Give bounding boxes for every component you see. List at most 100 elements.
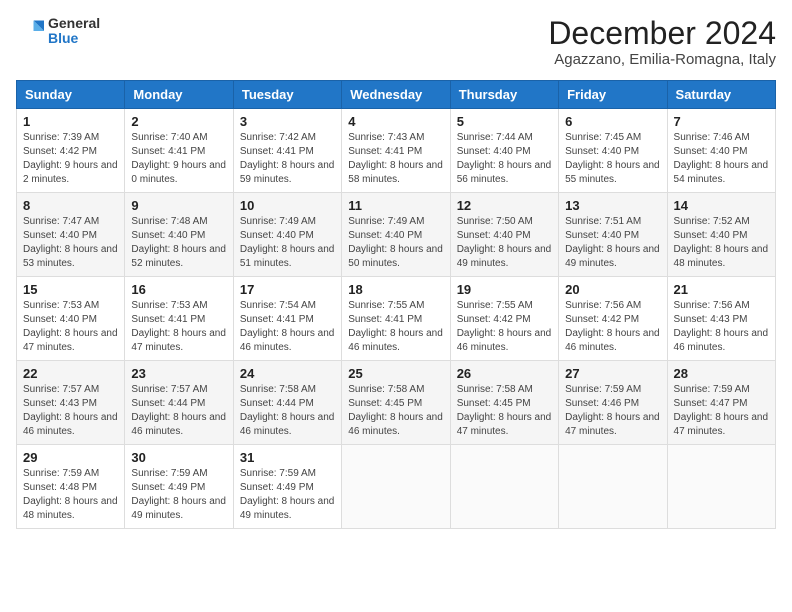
day-number: 27 <box>565 366 660 381</box>
day-number: 29 <box>23 450 118 465</box>
calendar-cell: 26 Sunrise: 7:58 AMSunset: 4:45 PMDaylig… <box>450 361 558 445</box>
day-number: 8 <box>23 198 118 213</box>
calendar-cell: 1 Sunrise: 7:39 AMSunset: 4:42 PMDayligh… <box>17 109 125 193</box>
day-number: 6 <box>565 114 660 129</box>
calendar-cell: 19 Sunrise: 7:55 AMSunset: 4:42 PMDaylig… <box>450 277 558 361</box>
calendar-cell: 3 Sunrise: 7:42 AMSunset: 4:41 PMDayligh… <box>233 109 341 193</box>
calendar-cell: 9 Sunrise: 7:48 AMSunset: 4:40 PMDayligh… <box>125 193 233 277</box>
cell-info: Sunrise: 7:44 AMSunset: 4:40 PMDaylight:… <box>457 132 552 185</box>
calendar-cell: 6 Sunrise: 7:45 AMSunset: 4:40 PMDayligh… <box>559 109 667 193</box>
day-number: 14 <box>674 198 769 213</box>
day-number: 25 <box>348 366 443 381</box>
calendar-cell: 18 Sunrise: 7:55 AMSunset: 4:41 PMDaylig… <box>342 277 450 361</box>
day-header-monday: Monday <box>125 81 233 109</box>
logo: General Blue <box>16 16 100 47</box>
cell-info: Sunrise: 7:47 AMSunset: 4:40 PMDaylight:… <box>23 216 118 269</box>
calendar-cell <box>342 445 450 529</box>
calendar-cell <box>667 445 775 529</box>
day-number: 20 <box>565 282 660 297</box>
calendar-week-3: 15 Sunrise: 7:53 AMSunset: 4:40 PMDaylig… <box>17 277 776 361</box>
cell-info: Sunrise: 7:46 AMSunset: 4:40 PMDaylight:… <box>674 132 769 185</box>
cell-info: Sunrise: 7:54 AMSunset: 4:41 PMDaylight:… <box>240 300 335 353</box>
day-number: 19 <box>457 282 552 297</box>
day-number: 7 <box>674 114 769 129</box>
cell-info: Sunrise: 7:53 AMSunset: 4:40 PMDaylight:… <box>23 300 118 353</box>
day-number: 30 <box>131 450 226 465</box>
day-number: 15 <box>23 282 118 297</box>
day-number: 13 <box>565 198 660 213</box>
cell-info: Sunrise: 7:40 AMSunset: 4:41 PMDaylight:… <box>131 132 226 185</box>
cell-info: Sunrise: 7:59 AMSunset: 4:48 PMDaylight:… <box>23 468 118 521</box>
day-number: 9 <box>131 198 226 213</box>
calendar-cell: 17 Sunrise: 7:54 AMSunset: 4:41 PMDaylig… <box>233 277 341 361</box>
day-number: 2 <box>131 114 226 129</box>
logo-general: General <box>48 16 100 31</box>
cell-info: Sunrise: 7:49 AMSunset: 4:40 PMDaylight:… <box>240 216 335 269</box>
day-number: 26 <box>457 366 552 381</box>
calendar-cell <box>450 445 558 529</box>
cell-info: Sunrise: 7:48 AMSunset: 4:40 PMDaylight:… <box>131 216 226 269</box>
location-title: Agazzano, Emilia-Romagna, Italy <box>548 51 776 68</box>
cell-info: Sunrise: 7:50 AMSunset: 4:40 PMDaylight:… <box>457 216 552 269</box>
calendar-cell: 13 Sunrise: 7:51 AMSunset: 4:40 PMDaylig… <box>559 193 667 277</box>
calendar-cell: 25 Sunrise: 7:58 AMSunset: 4:45 PMDaylig… <box>342 361 450 445</box>
day-header-sunday: Sunday <box>17 81 125 109</box>
cell-info: Sunrise: 7:59 AMSunset: 4:49 PMDaylight:… <box>131 468 226 521</box>
cell-info: Sunrise: 7:57 AMSunset: 4:43 PMDaylight:… <box>23 384 118 437</box>
day-header-friday: Friday <box>559 81 667 109</box>
page-header: General Blue December 2024 Agazzano, Emi… <box>16 16 776 68</box>
cell-info: Sunrise: 7:57 AMSunset: 4:44 PMDaylight:… <box>131 384 226 437</box>
title-block: December 2024 Agazzano, Emilia-Romagna, … <box>548 16 776 68</box>
day-number: 5 <box>457 114 552 129</box>
calendar-cell: 30 Sunrise: 7:59 AMSunset: 4:49 PMDaylig… <box>125 445 233 529</box>
calendar-table: SundayMondayTuesdayWednesdayThursdayFrid… <box>16 80 776 529</box>
calendar-cell: 15 Sunrise: 7:53 AMSunset: 4:40 PMDaylig… <box>17 277 125 361</box>
calendar-cell: 24 Sunrise: 7:58 AMSunset: 4:44 PMDaylig… <box>233 361 341 445</box>
cell-info: Sunrise: 7:55 AMSunset: 4:42 PMDaylight:… <box>457 300 552 353</box>
calendar-week-1: 1 Sunrise: 7:39 AMSunset: 4:42 PMDayligh… <box>17 109 776 193</box>
calendar-cell: 14 Sunrise: 7:52 AMSunset: 4:40 PMDaylig… <box>667 193 775 277</box>
logo-blue: Blue <box>48 31 100 46</box>
day-number: 31 <box>240 450 335 465</box>
calendar-week-2: 8 Sunrise: 7:47 AMSunset: 4:40 PMDayligh… <box>17 193 776 277</box>
month-title: December 2024 <box>548 16 776 51</box>
calendar-cell: 31 Sunrise: 7:59 AMSunset: 4:49 PMDaylig… <box>233 445 341 529</box>
calendar-cell: 4 Sunrise: 7:43 AMSunset: 4:41 PMDayligh… <box>342 109 450 193</box>
calendar-week-5: 29 Sunrise: 7:59 AMSunset: 4:48 PMDaylig… <box>17 445 776 529</box>
day-number: 4 <box>348 114 443 129</box>
calendar-header-row: SundayMondayTuesdayWednesdayThursdayFrid… <box>17 81 776 109</box>
day-number: 1 <box>23 114 118 129</box>
cell-info: Sunrise: 7:56 AMSunset: 4:43 PMDaylight:… <box>674 300 769 353</box>
calendar-cell: 10 Sunrise: 7:49 AMSunset: 4:40 PMDaylig… <box>233 193 341 277</box>
logo-icon <box>16 17 44 45</box>
cell-info: Sunrise: 7:55 AMSunset: 4:41 PMDaylight:… <box>348 300 443 353</box>
cell-info: Sunrise: 7:51 AMSunset: 4:40 PMDaylight:… <box>565 216 660 269</box>
logo-text: General Blue <box>48 16 100 47</box>
calendar-cell: 5 Sunrise: 7:44 AMSunset: 4:40 PMDayligh… <box>450 109 558 193</box>
day-header-saturday: Saturday <box>667 81 775 109</box>
cell-info: Sunrise: 7:58 AMSunset: 4:45 PMDaylight:… <box>348 384 443 437</box>
day-number: 10 <box>240 198 335 213</box>
day-header-tuesday: Tuesday <box>233 81 341 109</box>
calendar-cell: 27 Sunrise: 7:59 AMSunset: 4:46 PMDaylig… <box>559 361 667 445</box>
day-header-wednesday: Wednesday <box>342 81 450 109</box>
cell-info: Sunrise: 7:58 AMSunset: 4:44 PMDaylight:… <box>240 384 335 437</box>
calendar-cell: 28 Sunrise: 7:59 AMSunset: 4:47 PMDaylig… <box>667 361 775 445</box>
calendar-cell <box>559 445 667 529</box>
day-number: 22 <box>23 366 118 381</box>
cell-info: Sunrise: 7:49 AMSunset: 4:40 PMDaylight:… <box>348 216 443 269</box>
cell-info: Sunrise: 7:56 AMSunset: 4:42 PMDaylight:… <box>565 300 660 353</box>
cell-info: Sunrise: 7:53 AMSunset: 4:41 PMDaylight:… <box>131 300 226 353</box>
calendar-cell: 2 Sunrise: 7:40 AMSunset: 4:41 PMDayligh… <box>125 109 233 193</box>
day-number: 17 <box>240 282 335 297</box>
calendar-cell: 20 Sunrise: 7:56 AMSunset: 4:42 PMDaylig… <box>559 277 667 361</box>
cell-info: Sunrise: 7:59 AMSunset: 4:46 PMDaylight:… <box>565 384 660 437</box>
calendar-cell: 8 Sunrise: 7:47 AMSunset: 4:40 PMDayligh… <box>17 193 125 277</box>
day-number: 3 <box>240 114 335 129</box>
cell-info: Sunrise: 7:45 AMSunset: 4:40 PMDaylight:… <box>565 132 660 185</box>
calendar-cell: 22 Sunrise: 7:57 AMSunset: 4:43 PMDaylig… <box>17 361 125 445</box>
calendar-cell: 23 Sunrise: 7:57 AMSunset: 4:44 PMDaylig… <box>125 361 233 445</box>
calendar-week-4: 22 Sunrise: 7:57 AMSunset: 4:43 PMDaylig… <box>17 361 776 445</box>
calendar-cell: 7 Sunrise: 7:46 AMSunset: 4:40 PMDayligh… <box>667 109 775 193</box>
cell-info: Sunrise: 7:59 AMSunset: 4:49 PMDaylight:… <box>240 468 335 521</box>
